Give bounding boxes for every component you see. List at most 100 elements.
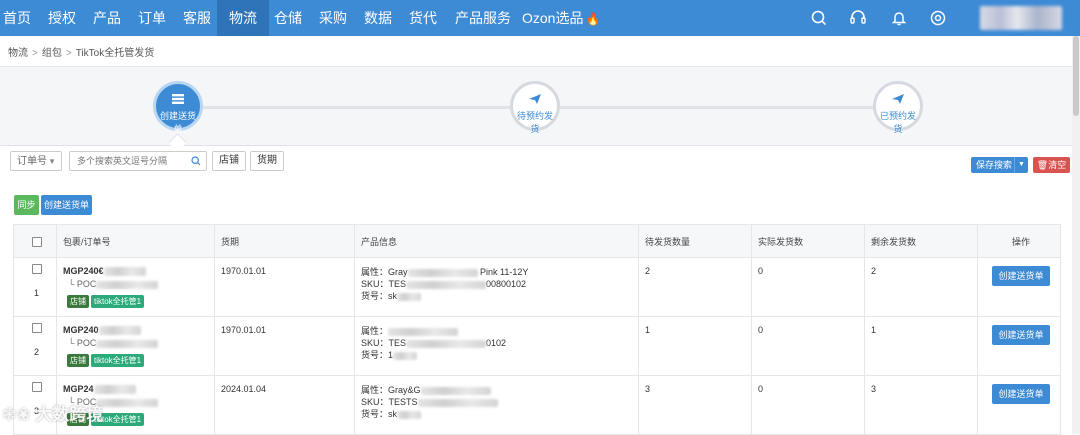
order-number[interactable]: MGP240€ xyxy=(63,266,146,277)
product-sku: SKU：TES 00800102 xyxy=(361,278,528,290)
caret-down-icon[interactable]: ▼ xyxy=(1014,157,1028,173)
redacted-text xyxy=(98,326,141,336)
sub-order-text: POC xyxy=(76,279,97,289)
nav-item-product-service[interactable]: 产品服务 xyxy=(455,0,511,36)
sub-order-number: └ POC xyxy=(68,279,159,289)
nav-item-products[interactable]: 产品 xyxy=(93,0,121,36)
delivery-date: 1970.01.01 xyxy=(221,266,267,276)
scrollbar-thumb[interactable] xyxy=(1073,36,1079,116)
nav-item-logistics[interactable]: 物流 xyxy=(217,0,269,36)
redacted-text xyxy=(93,385,136,395)
item-no-text: 货号：1 xyxy=(361,350,394,360)
page-scrollbar[interactable] xyxy=(1072,36,1080,434)
sub-order-text: POC xyxy=(76,338,97,348)
search-input[interactable] xyxy=(70,152,187,170)
order-number[interactable]: MGP240 xyxy=(63,325,141,336)
nav-item-ozon-label: Ozon选品 xyxy=(522,10,584,26)
caret-down-icon: ▼ xyxy=(48,157,56,166)
order-number-text: MGP240€ xyxy=(63,266,104,276)
item-no-text: 货号：sk xyxy=(361,291,398,301)
search-box xyxy=(69,151,207,171)
product-attribute: 属性：Gray&G xyxy=(361,384,498,396)
redacted-text xyxy=(103,267,146,277)
create-shipment-button[interactable]: 创建送货单 xyxy=(41,195,92,215)
sku-tail: 0102 xyxy=(486,338,507,348)
step-label: 创建送货单 xyxy=(159,111,196,134)
step-pending-booking[interactable]: 待预约发货 xyxy=(510,81,560,134)
sku-text: SKU：TES xyxy=(361,279,407,289)
step-booked[interactable]: 已预约发货 xyxy=(873,81,923,134)
row-checkbox[interactable] xyxy=(32,323,42,333)
date-filter-button[interactable]: 货期 xyxy=(250,151,284,171)
search-icon[interactable] xyxy=(809,8,829,28)
clear-button[interactable]: 🗑清空 xyxy=(1033,157,1070,173)
sync-button[interactable]: 同步 xyxy=(14,195,39,215)
nav-item-data[interactable]: 数据 xyxy=(364,0,392,36)
remaining-quantity: 3 xyxy=(871,384,877,394)
attr-text: 属性： xyxy=(361,326,389,336)
attr-text: 属性：Gray&G xyxy=(361,385,421,395)
col-header-remaining: 剩余发货数 xyxy=(871,237,917,247)
breadcrumb-item-pack[interactable]: 组包 xyxy=(42,48,62,59)
col-header-actual: 实际发货数 xyxy=(758,237,804,247)
breadcrumb-item-current: TikTok全托管发货 xyxy=(75,48,155,59)
create-shipment-row-button[interactable]: 创建送货单 xyxy=(992,266,1050,286)
redacted-text xyxy=(406,280,487,289)
user-avatar[interactable] xyxy=(980,6,1062,30)
table-row: 2 MGP240 └ POC 店铺 tiktok全托管1 1970.01.01 属性： SK… xyxy=(13,317,1061,376)
col-header-order: 包裹/订单号 xyxy=(63,237,111,247)
order-number[interactable]: MGP24 xyxy=(63,384,136,395)
select-all-checkbox[interactable] xyxy=(32,237,42,247)
product-item-no: 货号：sk xyxy=(361,408,498,420)
nav-item-auth[interactable]: 授权 xyxy=(48,0,76,36)
column-divider xyxy=(751,224,752,434)
redacted-text xyxy=(420,386,491,395)
nav-item-home[interactable]: 首页 xyxy=(3,0,31,36)
progress-steps: 创建送货单 待预约发货 已预约发货 xyxy=(0,66,1072,146)
redacted-text xyxy=(397,292,422,301)
create-shipment-row-button[interactable]: 创建送货单 xyxy=(992,384,1050,404)
nav-item-ozon[interactable]: Ozon选品 🔥 xyxy=(522,0,600,36)
product-info: 属性： SKU：TES 0102 货号：1 xyxy=(361,325,506,361)
product-sku: SKU：TES 0102 xyxy=(361,337,506,349)
nav-item-orders[interactable]: 订单 xyxy=(138,0,166,36)
shop-filter-button[interactable]: 店铺 xyxy=(212,151,246,171)
col-header-product: 产品信息 xyxy=(361,237,398,247)
nav-item-warehouse[interactable]: 仓储 xyxy=(274,0,302,36)
product-attribute: 属性： xyxy=(361,325,506,337)
row-checkbox[interactable] xyxy=(32,264,42,274)
product-sku: SKU：TESTS xyxy=(361,396,498,408)
sku-tail: 00800102 xyxy=(486,279,527,289)
attr-tail: Pink 11-12Y xyxy=(480,267,529,277)
column-divider xyxy=(214,224,215,434)
headset-icon[interactable] xyxy=(848,8,868,28)
save-search-button[interactable]: 保存搜索 ▼ xyxy=(971,157,1028,173)
column-divider xyxy=(864,224,865,434)
order-number-text: MGP240 xyxy=(63,325,99,335)
redacted-text xyxy=(393,351,418,360)
row-tags: 店铺 tiktok全托管1 xyxy=(67,352,146,367)
col-header-pending: 待发货数量 xyxy=(645,237,691,247)
row-checkbox[interactable] xyxy=(32,382,42,392)
sku-text: SKU：TESTS xyxy=(361,397,418,407)
breadcrumb-item-logistics[interactable]: 物流 xyxy=(8,48,28,59)
row-tags: 店铺 tiktok全托管1 xyxy=(67,293,146,308)
step-create-shipment[interactable]: 创建送货单 xyxy=(153,81,203,134)
step-label: 待预约发货 xyxy=(516,111,553,134)
nav-item-forwarder[interactable]: 货代 xyxy=(409,0,437,36)
step-connector xyxy=(202,106,514,109)
search-field-select[interactable]: 订单号 ▼ xyxy=(10,151,62,171)
product-item-no: 货号：1 xyxy=(361,349,506,361)
gear-icon[interactable] xyxy=(928,8,948,28)
paper-plane-icon xyxy=(529,94,541,104)
remaining-quantity: 2 xyxy=(871,266,877,276)
create-shipment-row-button[interactable]: 创建送货单 xyxy=(992,325,1050,345)
pending-quantity: 1 xyxy=(645,325,651,335)
flame-icon: 🔥 xyxy=(585,12,601,26)
bell-icon[interactable] xyxy=(889,8,909,28)
search-icon[interactable] xyxy=(191,156,201,166)
nav-item-purchase[interactable]: 采购 xyxy=(319,0,347,36)
nav-item-service[interactable]: 客服 xyxy=(183,0,211,36)
redacted-text xyxy=(96,398,159,407)
shop-tag: 店铺 xyxy=(67,354,89,367)
